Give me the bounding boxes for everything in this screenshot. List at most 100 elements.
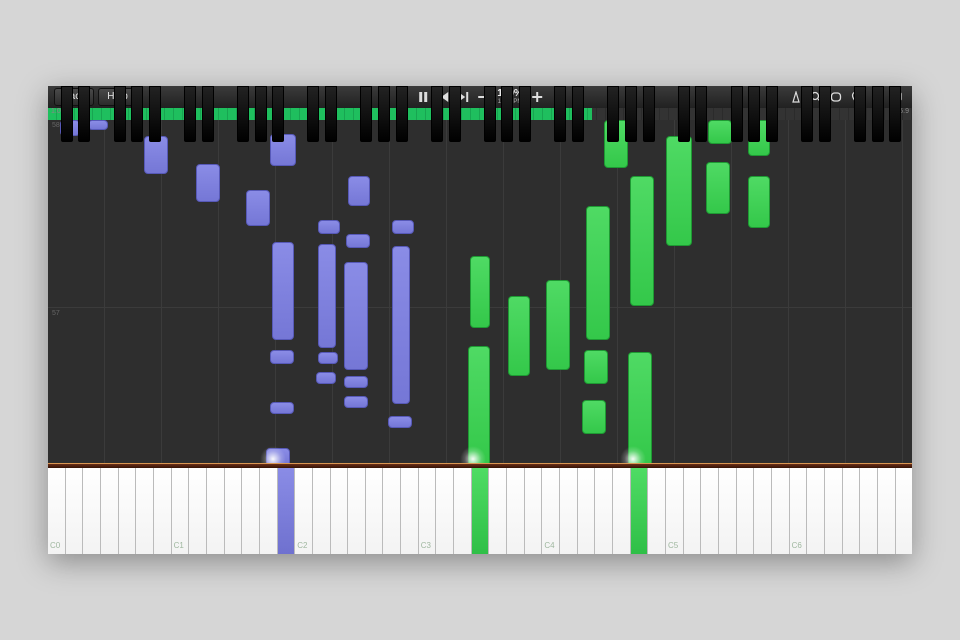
- white-key[interactable]: [101, 468, 119, 554]
- display-icon[interactable]: [890, 91, 902, 103]
- note-blue: [60, 120, 80, 136]
- note-blue: [348, 176, 370, 206]
- metronome-icon[interactable]: [790, 91, 802, 103]
- white-key[interactable]: [66, 468, 84, 554]
- white-key[interactable]: [83, 468, 101, 554]
- white-key[interactable]: [189, 468, 207, 554]
- pause-icon[interactable]: [417, 91, 429, 103]
- piano-keyboard[interactable]: C0 C1 C2 C3 C4 C5 C6: [48, 468, 912, 554]
- note-green: [586, 206, 610, 340]
- white-key[interactable]: C5: [666, 468, 684, 554]
- white-key[interactable]: [701, 468, 719, 554]
- speed-bpm: 134 BPM: [498, 99, 523, 105]
- octave-label: C4: [544, 541, 554, 550]
- white-key[interactable]: [825, 468, 843, 554]
- note-green: [628, 352, 652, 464]
- timeline-progress: [48, 108, 592, 120]
- white-key[interactable]: C4: [542, 468, 560, 554]
- white-key[interactable]: [331, 468, 349, 554]
- white-key[interactable]: [383, 468, 401, 554]
- white-key[interactable]: C2: [295, 468, 313, 554]
- white-key[interactable]: [401, 468, 419, 554]
- back-button[interactable]: Back: [54, 88, 94, 106]
- note-blue: [318, 244, 336, 348]
- minus-icon[interactable]: [477, 91, 489, 103]
- white-key[interactable]: [648, 468, 666, 554]
- hand-icon[interactable]: [870, 91, 882, 103]
- white-key[interactable]: [366, 468, 384, 554]
- speed-display: 100% 134 BPM: [497, 89, 523, 105]
- white-key[interactable]: [772, 468, 790, 554]
- help-button[interactable]: Help: [98, 88, 137, 106]
- white-key[interactable]: [843, 468, 861, 554]
- white-key[interactable]: [631, 468, 649, 554]
- note-blue: [270, 402, 294, 414]
- note-blue: [318, 352, 338, 364]
- white-key[interactable]: [436, 468, 454, 554]
- prev-icon[interactable]: [437, 91, 449, 103]
- note-blue: [270, 350, 294, 364]
- note-green: [584, 350, 608, 384]
- toolbar-left: Back Help: [48, 88, 137, 106]
- note-green: [748, 176, 770, 228]
- white-key[interactable]: [454, 468, 472, 554]
- octave-label: C2: [297, 541, 307, 550]
- white-key[interactable]: [348, 468, 366, 554]
- white-key[interactable]: [313, 468, 331, 554]
- white-key[interactable]: [136, 468, 154, 554]
- note-blue: [392, 246, 410, 404]
- playback-controls: 100% 134 BPM: [417, 89, 543, 105]
- zoom-icon[interactable]: [810, 91, 822, 103]
- marker-icon[interactable]: [850, 91, 862, 103]
- white-key[interactable]: [154, 468, 172, 554]
- note-blue: [270, 134, 296, 166]
- white-key[interactable]: C6: [790, 468, 808, 554]
- note-blue: [346, 234, 370, 248]
- loop-icon[interactable]: [830, 91, 842, 103]
- white-key[interactable]: C1: [172, 468, 190, 554]
- white-key[interactable]: [737, 468, 755, 554]
- note-blue: [344, 376, 368, 388]
- white-key[interactable]: [896, 468, 913, 554]
- measure-upper: 58: [52, 122, 60, 129]
- time-total: 1:35.9: [890, 108, 909, 115]
- toolbar: Back Help 100% 134 BPM: [48, 86, 912, 109]
- white-key[interactable]: [754, 468, 772, 554]
- note-green: [604, 120, 628, 168]
- white-key[interactable]: [278, 468, 296, 554]
- plus-icon[interactable]: [531, 91, 543, 103]
- white-key[interactable]: [560, 468, 578, 554]
- white-key[interactable]: [225, 468, 243, 554]
- white-key[interactable]: [472, 468, 490, 554]
- white-key[interactable]: C0: [48, 468, 66, 554]
- white-key[interactable]: [860, 468, 878, 554]
- toolbar-right: [790, 91, 912, 103]
- white-key[interactable]: [507, 468, 525, 554]
- measure-lower: 57: [52, 310, 60, 317]
- white-key[interactable]: [719, 468, 737, 554]
- white-key[interactable]: [613, 468, 631, 554]
- note-blue: [316, 372, 336, 384]
- next-icon[interactable]: [457, 91, 469, 103]
- white-key[interactable]: [807, 468, 825, 554]
- octave-label: C5: [668, 541, 678, 550]
- note-blue: [266, 448, 290, 464]
- white-key[interactable]: [260, 468, 278, 554]
- white-key[interactable]: [595, 468, 613, 554]
- note-blue: [344, 262, 368, 370]
- white-key[interactable]: [119, 468, 137, 554]
- app-window: Back Help 100% 134 BPM 1:01.9 1:35.9: [48, 86, 912, 554]
- note-blue: [318, 220, 340, 234]
- white-key[interactable]: [207, 468, 225, 554]
- white-key[interactable]: [578, 468, 596, 554]
- note-green: [630, 176, 654, 306]
- note-blue: [392, 220, 414, 234]
- white-key[interactable]: [878, 468, 896, 554]
- white-key[interactable]: [242, 468, 260, 554]
- white-key[interactable]: [525, 468, 543, 554]
- white-key[interactable]: [684, 468, 702, 554]
- speed-percent: 100%: [497, 89, 523, 99]
- white-key[interactable]: C3: [419, 468, 437, 554]
- note-green: [706, 162, 730, 214]
- white-key[interactable]: [489, 468, 507, 554]
